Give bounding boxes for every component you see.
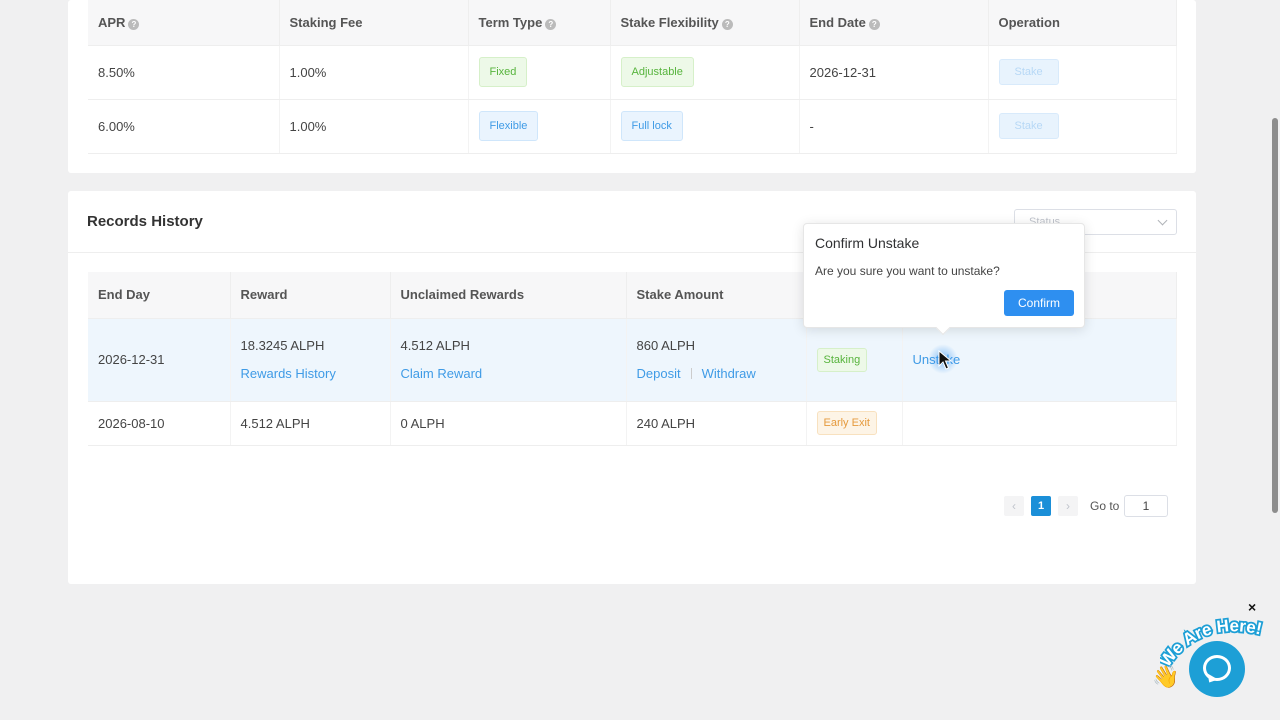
next-page-button[interactable]: › [1058,496,1078,516]
header-stake-flexibility: Stake Flexibility? [610,0,800,46]
page-1-button[interactable]: 1 [1031,496,1051,516]
table-header-row: APR? Staking Fee Term Type? Stake Flexib… [88,0,1177,46]
help-icon[interactable]: ? [721,18,733,30]
header-unclaimed-rewards: Unclaimed Rewards [390,272,627,319]
header-end-date: End Date? [799,0,989,46]
cell-reward: 4.512 ALPH [230,401,391,446]
header-operation: Operation [988,0,1177,46]
cell-end-day: 2026-12-31 [88,318,231,402]
cell-unclaimed: 0 ALPH [390,401,627,446]
cell-reward: 18.3245 ALPH [240,338,325,353]
flexibility-tag: Adjustable [620,57,694,87]
deposit-link[interactable]: Deposit [637,366,681,381]
cell-fee: 1.00% [279,45,469,100]
help-icon[interactable]: ? [128,18,140,30]
header-staking-fee: Staking Fee [279,0,469,46]
goto-label: Go to [1090,499,1120,513]
table-row: 2026-08-10 4.512 ALPH 0 ALPH 240 ALPH Ea… [88,401,1177,446]
cell-apr: 8.50% [88,45,280,100]
table-row: 8.50% 1.00% Fixed Adjustable 2026-12-31 … [88,45,1177,100]
chevron-down-icon [1157,215,1168,226]
term-type-tag: Fixed [478,57,528,87]
cell-unclaimed: 4.512 ALPH [400,338,470,353]
table-row: 6.00% 1.00% Flexible Full lock - Stake [88,99,1177,154]
cell-end-day: 2026-08-10 [88,401,231,446]
stake-button[interactable]: Stake [998,113,1059,139]
popover-message: Are you sure you want to unstake? [815,264,1000,278]
confirm-unstake-popover: Confirm Unstake Are you sure you want to… [803,223,1085,336]
stake-button[interactable]: Stake [998,59,1059,85]
cell-fee: 1.00% [279,99,469,154]
status-badge: Staking [816,347,868,372]
popover-title: Confirm Unstake [815,235,920,251]
wave-hand-icon: 👋 [1152,664,1180,689]
divider [690,368,692,379]
goto-page-input[interactable]: 1 [1124,495,1168,517]
claim-reward-link[interactable]: Claim Reward [401,366,483,381]
cell-stake-amount: 240 ALPH [626,401,807,446]
cell-end-date: 2026-12-31 [799,45,989,100]
term-type-tag: Flexible [478,111,539,141]
header-stake-amount: Stake Amount [626,272,807,319]
withdraw-link[interactable]: Withdraw [702,366,756,381]
header-apr: APR? [88,0,280,46]
flexibility-tag: Full lock [620,111,683,141]
help-icon[interactable]: ? [545,18,557,30]
cell-stake-amount: 860 ALPH [636,338,696,353]
scrollbar-thumb[interactable] [1272,118,1278,513]
staking-options-card: APR? Staking Fee Term Type? Stake Flexib… [68,0,1196,173]
cell-end-date: - [799,99,989,154]
staking-options-table: APR? Staking Fee Term Type? Stake Flexib… [88,0,1177,154]
status-badge: Early Exit [816,411,877,435]
help-icon[interactable]: ? [868,18,880,30]
header-term-type: Term Type? [468,0,611,46]
chat-button[interactable] [1189,641,1245,697]
rewards-history-link[interactable]: Rewards History [241,366,336,381]
prev-page-button[interactable]: ‹ [1004,496,1024,516]
cell-apr: 6.00% [88,99,280,154]
table-row: 2026-12-31 18.3245 ALPH Rewards History … [88,318,1177,402]
mouse-cursor-icon [938,350,953,370]
header-reward: Reward [230,272,391,319]
confirm-button[interactable]: Confirm [1004,290,1074,316]
records-title: Records History [87,213,203,230]
header-end-day: End Day [88,272,231,319]
